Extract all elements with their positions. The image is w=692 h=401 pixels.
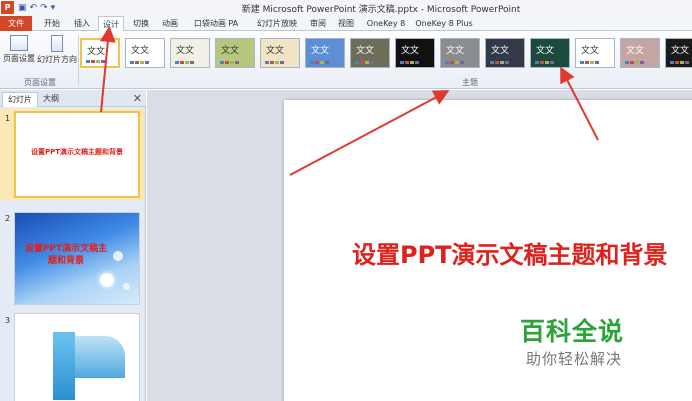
tab-onekey8plus[interactable]: OneKey 8 Plus xyxy=(414,16,474,31)
theme-color-swatches xyxy=(670,61,689,64)
blue-shape xyxy=(75,336,125,378)
theme-color-swatches xyxy=(535,61,554,64)
theme-thumbnail-13[interactable]: 文文 xyxy=(620,38,660,68)
theme-color-swatches xyxy=(265,61,284,64)
tab-outline[interactable]: 大纲 xyxy=(38,92,64,107)
theme-thumbnail-5[interactable]: 文文 xyxy=(260,38,300,68)
tab-onekey8[interactable]: OneKey 8 xyxy=(364,16,408,31)
theme-thumbnail-12[interactable]: 文文 xyxy=(575,38,615,68)
theme-color-swatches xyxy=(220,61,239,64)
theme-sample-text: 文文 xyxy=(266,46,285,56)
theme-sample-text: 文文 xyxy=(131,46,150,56)
flower-decoration xyxy=(123,283,130,290)
theme-thumbnail-9[interactable]: 文文 xyxy=(440,38,480,68)
theme-color-swatches xyxy=(86,60,105,63)
theme-thumbnail-6[interactable]: 文文 xyxy=(305,38,345,68)
slide-thumbnail-2[interactable]: 设置PPT演示文稿主题和背景 xyxy=(14,212,140,305)
theme-color-swatches xyxy=(580,61,599,64)
theme-sample-text: 文文 xyxy=(221,46,240,56)
theme-sample-text: 文文 xyxy=(626,46,645,56)
panel-tabs: 幻灯片 大纲 ✕ xyxy=(0,90,146,107)
slide-thumbnail-title: 设置PPT演示文稿主题和背景 xyxy=(24,244,108,266)
theme-thumbnail-3[interactable]: 文文 xyxy=(170,38,210,68)
tab-home[interactable]: 开始 xyxy=(38,16,66,31)
tab-view[interactable]: 视图 xyxy=(334,16,358,31)
group-separator xyxy=(78,35,79,85)
theme-sample-text: 文文 xyxy=(311,46,330,56)
page-setup-button[interactable]: 页面设置 xyxy=(2,35,36,64)
slide-number: 1 xyxy=(5,114,11,123)
theme-color-swatches xyxy=(355,61,374,64)
theme-thumbnail-10[interactable]: 文文 xyxy=(485,38,525,68)
powerpoint-window: P ▣ ↶ ↷ ▾ 新建 Microsoft PowerPoint 演示文稿.p… xyxy=(0,0,692,401)
current-slide[interactable]: 设置PPT演示文稿主题和背景 百科全说 助你轻松解决 xyxy=(284,100,692,401)
group-label-themes: 主题 xyxy=(462,78,478,87)
ribbon-design: 页面设置 幻灯片方向 页面设置 文文 文文 文文 文文 文文 文文 文文 文文 文文 文文 文文 文文… xyxy=(0,31,692,89)
slide-orientation-label: 幻灯片方向 xyxy=(37,55,77,64)
slide-orientation-button[interactable]: 幻灯片方向 xyxy=(37,35,77,65)
tab-transitions[interactable]: 切换 xyxy=(128,16,154,31)
group-label-page-setup: 页面设置 xyxy=(24,78,56,87)
blue-shape xyxy=(53,332,75,400)
theme-thumbnail-4[interactable]: 文文 xyxy=(215,38,255,68)
theme-sample-text: 文文 xyxy=(581,46,600,56)
tab-pocket-animation[interactable]: 口袋动画 PA xyxy=(188,16,244,31)
tab-review[interactable]: 审阅 xyxy=(306,16,330,31)
theme-thumbnail-7[interactable]: 文文 xyxy=(350,38,390,68)
title-bar: P ▣ ↶ ↷ ▾ 新建 Microsoft PowerPoint 演示文稿.p… xyxy=(0,0,692,16)
theme-thumbnail-14[interactable]: 文文 xyxy=(665,38,692,68)
tab-slides[interactable]: 幻灯片 xyxy=(2,92,38,107)
theme-sample-text: 文文 xyxy=(671,46,690,56)
ribbon-tabs: 文件 开始 插入 设计 切换 动画 口袋动画 PA 幻灯片放映 审阅 视图 On… xyxy=(0,16,692,32)
theme-sample-text: 文文 xyxy=(176,46,195,56)
window-title: 新建 Microsoft PowerPoint 演示文稿.pptx - Micr… xyxy=(241,5,521,15)
slide-editing-area[interactable]: 设置PPT演示文稿主题和背景 百科全说 助你轻松解决 xyxy=(147,90,692,401)
theme-color-swatches xyxy=(130,61,149,64)
watermark-title: 百科全说 xyxy=(520,317,625,346)
slide-thumbnail-title: 设置PPT演示文稿主题和背景 xyxy=(30,148,124,156)
tab-insert[interactable]: 插入 xyxy=(68,16,96,31)
slide-number: 2 xyxy=(5,214,11,223)
watermark-subtitle: 助你轻松解决 xyxy=(526,350,623,368)
slide-thumbnail-1[interactable]: 设置PPT演示文稿主题和背景 xyxy=(14,111,140,198)
slides-panel: 幻灯片 大纲 ✕ 1 设置PPT演示文稿主题和背景 2 设置PPT演示文稿主题和… xyxy=(0,90,146,401)
theme-thumbnail-2[interactable]: 文文 xyxy=(125,38,165,68)
theme-sample-text: 文文 xyxy=(401,46,420,56)
theme-color-swatches xyxy=(400,61,419,64)
theme-sample-text: 文文 xyxy=(446,46,465,56)
theme-sample-text: 文文 xyxy=(356,46,375,56)
theme-thumbnail-8[interactable]: 文文 xyxy=(395,38,435,68)
slide-title[interactable]: 设置PPT演示文稿主题和背景 xyxy=(352,235,668,270)
slide-thumbnail-3[interactable] xyxy=(14,313,140,401)
page-setup-label: 页面设置 xyxy=(3,54,35,63)
tab-animations[interactable]: 动画 xyxy=(157,16,183,31)
theme-sample-text: 文文 xyxy=(87,47,106,57)
theme-color-swatches xyxy=(625,61,644,64)
flower-decoration xyxy=(113,251,123,261)
theme-color-swatches xyxy=(175,61,194,64)
theme-color-swatches xyxy=(445,61,464,64)
slide-orientation-icon xyxy=(51,35,63,52)
theme-sample-text: 文文 xyxy=(536,46,555,56)
slide-number: 3 xyxy=(5,316,11,325)
theme-thumbnail-1[interactable]: 文文 xyxy=(80,38,120,68)
close-icon[interactable]: ✕ xyxy=(133,92,142,105)
theme-color-swatches xyxy=(490,61,509,64)
theme-color-swatches xyxy=(310,61,329,64)
tab-design[interactable]: 设计 xyxy=(98,16,124,32)
theme-sample-text: 文文 xyxy=(491,46,510,56)
theme-thumbnail-11[interactable]: 文文 xyxy=(530,38,570,68)
page-setup-icon xyxy=(10,35,28,51)
tab-file[interactable]: 文件 xyxy=(0,16,32,31)
tab-slideshow[interactable]: 幻灯片放映 xyxy=(255,16,299,31)
flower-decoration xyxy=(100,273,114,287)
